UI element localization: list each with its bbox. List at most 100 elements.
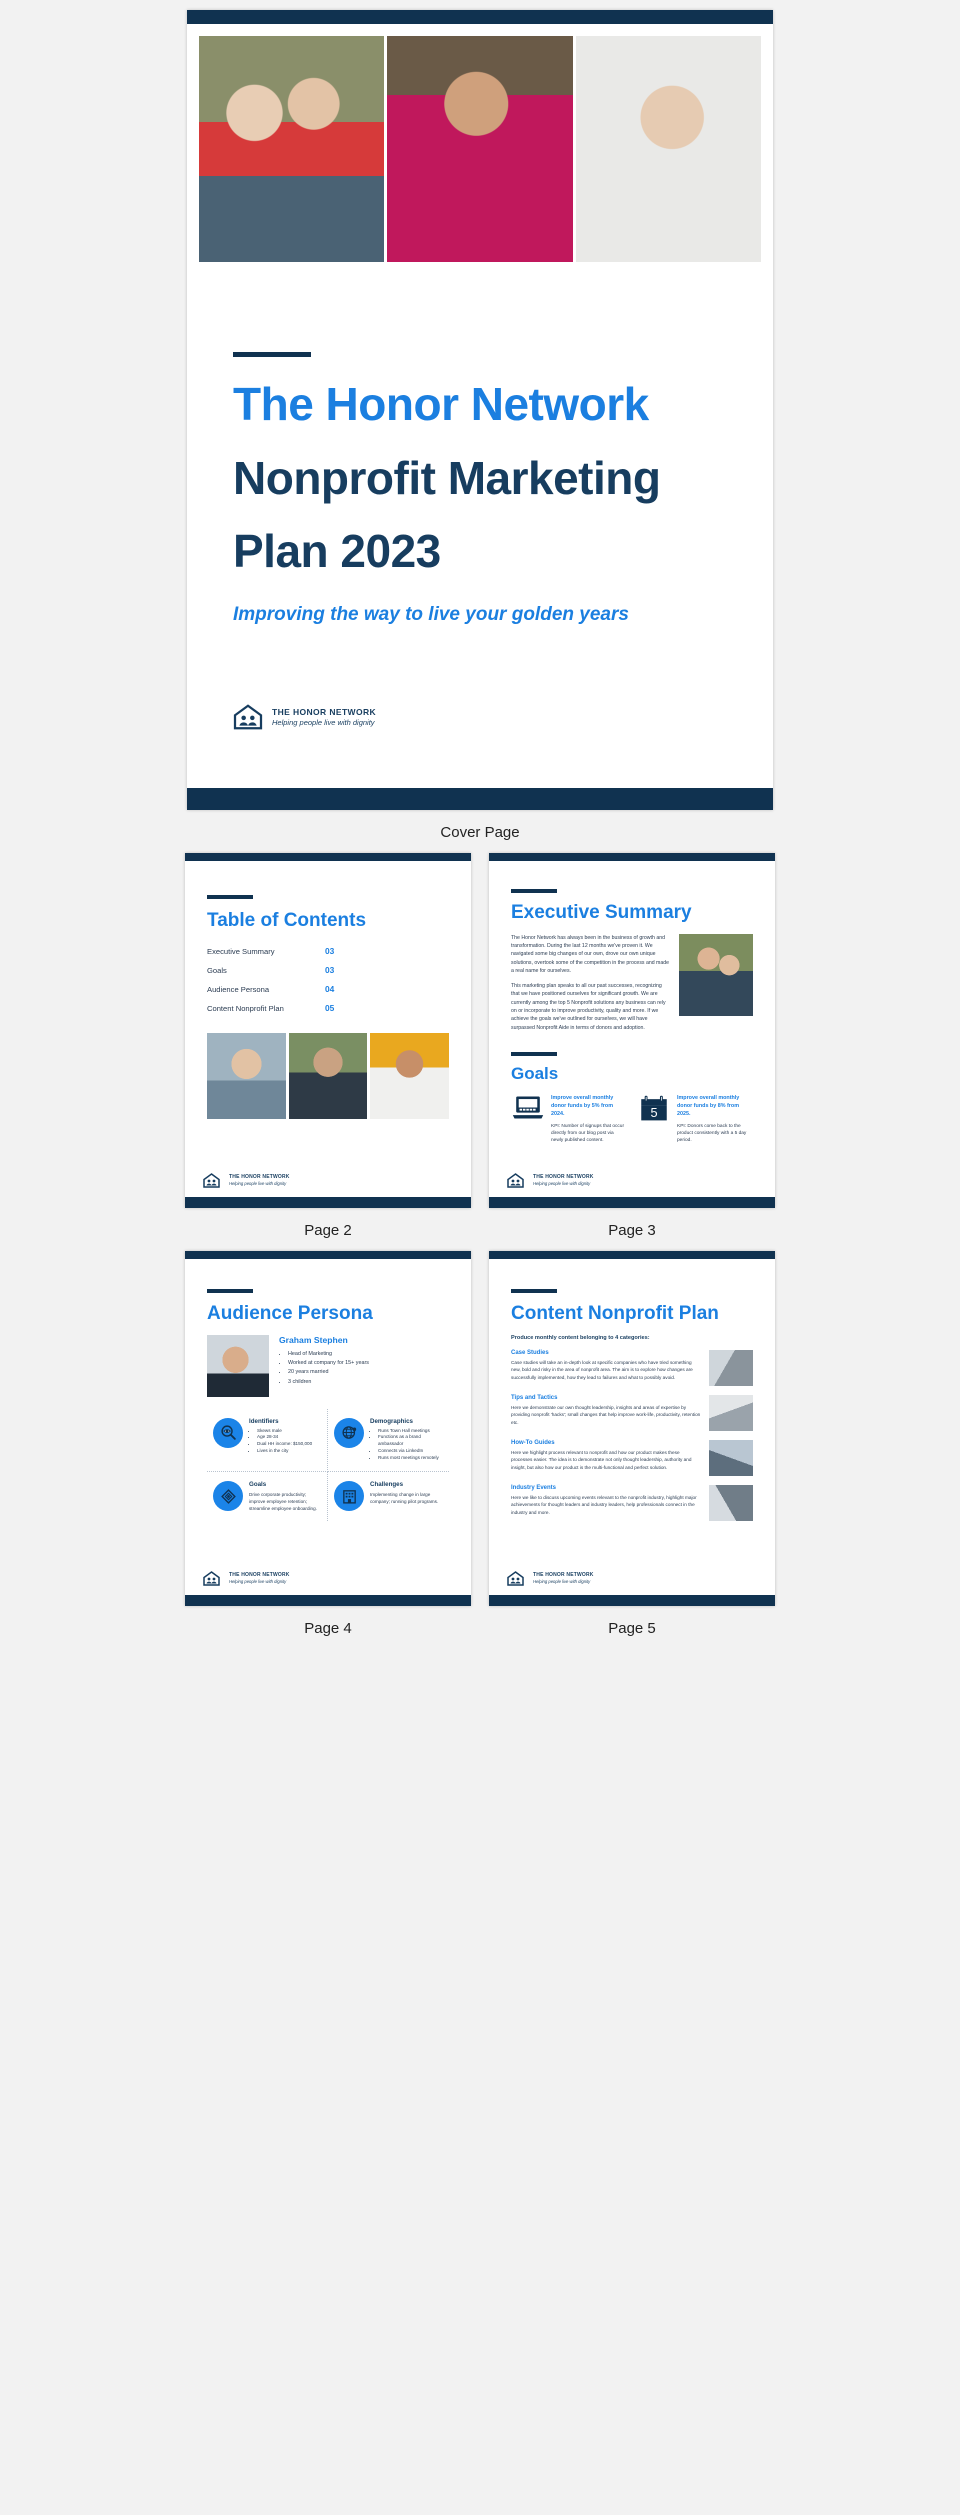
exec-paragraph-2: This marketing plan speaks to all our pa… (511, 982, 666, 1031)
page2-container: Table of Contents Executive Summary 03 G… (185, 852, 471, 1239)
section-text: Here we demonstrate our own thought lead… (511, 1404, 701, 1425)
page4-container: Audience Persona Graham Stephen Head of … (185, 1250, 471, 1637)
brand-logo: THE HONOR NETWORK Helping people live wi… (203, 1570, 453, 1586)
quadrant-title: Demographics (370, 1417, 413, 1425)
list-item: 20 years married (288, 1368, 369, 1377)
page-footer: THE HONOR NETWORK Helping people live wi… (185, 1570, 471, 1595)
house-people-icon (233, 703, 263, 730)
logo-tagline: Helping people live with dignity (229, 1579, 287, 1585)
notebook-photo (709, 1394, 753, 1431)
accent-rule (233, 352, 311, 357)
page-bottom-bar (185, 1594, 471, 1606)
office-desk-photo (709, 1349, 753, 1386)
page2[interactable]: Table of Contents Executive Summary 03 G… (185, 852, 471, 1208)
persona-quadrant-grid: Identifiers Skews male Age 28-34 Dual HH… (207, 1408, 449, 1522)
cover-title-line2: Nonprofit Marketing (233, 451, 661, 504)
persona-card: Graham Stephen Head of Marketing Worked … (207, 1334, 449, 1397)
persona-bullet-list: Head of Marketing Worked at company for … (288, 1350, 369, 1388)
goals-list: Improve overall monthly donor funds by 5… (511, 1094, 753, 1145)
logo-name: THE HONOR NETWORK (533, 1572, 594, 1579)
content-section: Industry Events Here we like to discuss … (511, 1484, 753, 1521)
toc-label: Content Nonprofit Plan (207, 1003, 284, 1013)
cover-page[interactable]: The Honor Network Nonprofit Marketing Pl… (187, 10, 773, 810)
toc-row[interactable]: Executive Summary 03 (207, 946, 449, 956)
logo-tagline: Helping people live with dignity (272, 717, 375, 727)
cover-subtitle: Improving the way to live your golden ye… (233, 603, 629, 625)
list-item: Functions as a brand ambassador (378, 1434, 443, 1448)
accent-rule (511, 1052, 557, 1057)
cover-title-line3: Plan 2023 (233, 525, 441, 578)
goal-item: Improve overall monthly donor funds by 5… (511, 1094, 627, 1145)
quadrant-challenges: Challenges Implementing change in large … (328, 1472, 449, 1521)
content-plan-lead: Produce monthly content belonging to 4 c… (511, 1334, 650, 1341)
page-top-bar (185, 1250, 471, 1259)
quadrant-title: Goals (249, 1481, 267, 1488)
persona-photo (207, 1334, 269, 1397)
page-bottom-bar (489, 1594, 775, 1606)
bearded-man-photo (288, 1032, 368, 1119)
toc-page-number: 04 (325, 983, 335, 994)
page3[interactable]: Executive Summary The Honor Network has … (489, 852, 775, 1208)
list-item: Skews male (257, 1428, 312, 1435)
section-text: Here we highlight process relevant to no… (511, 1449, 692, 1470)
page-footer: THE HONOR NETWORK Helping people live wi… (489, 1172, 775, 1197)
section-heading: Case Studies (511, 1349, 549, 1356)
page-title: Content Nonprofit Plan (511, 1302, 719, 1324)
indian-woman-photo (370, 1032, 450, 1119)
logo-tagline: Helping people live with dignity (229, 1181, 287, 1187)
persona-info: Graham Stephen Head of Marketing Worked … (279, 1335, 369, 1397)
persona-name: Graham Stephen (279, 1334, 348, 1345)
logo-tagline: Helping people live with dignity (533, 1579, 591, 1585)
list-item: 3 children (288, 1378, 369, 1387)
section-heading: Industry Events (511, 1484, 557, 1491)
magnifier-eye-icon (213, 1417, 243, 1448)
office-building-icon (334, 1481, 364, 1511)
globe-pin-icon (334, 1417, 364, 1448)
list-item: Runs Town Hall meetings (378, 1428, 443, 1435)
content-section: Tips and Tactics Here we demonstrate our… (511, 1394, 753, 1431)
logo-tagline: Helping people live with dignity (533, 1181, 591, 1187)
section-text: Here we like to discuss upcoming events … (511, 1494, 697, 1515)
toc-row[interactable]: Audience Persona 04 (207, 984, 449, 994)
page5-caption: Page 5 (608, 1619, 656, 1637)
page-top-bar (185, 852, 471, 861)
section-heading: Tips and Tactics (511, 1394, 558, 1401)
cover-caption: Cover Page (440, 823, 520, 841)
page-bottom-bar (187, 787, 773, 810)
senior-woman-photo (575, 36, 761, 262)
house-people-icon (203, 1570, 220, 1586)
list-item: Head of Marketing (288, 1350, 369, 1359)
toc-row[interactable]: Goals 03 (207, 965, 449, 975)
toc-label: Goals (207, 965, 227, 975)
list-item: Connects via LinkedIn (378, 1448, 443, 1455)
brand-logo: THE HONOR NETWORK Helping people live wi… (507, 1570, 757, 1586)
list-item: Age 28-34 (257, 1434, 312, 1441)
goal-title: Improve overall monthly donor funds by 8… (677, 1095, 740, 1118)
spread-pages-4-5: Audience Persona Graham Stephen Head of … (0, 1250, 960, 1637)
toc-row[interactable]: Content Nonprofit Plan 05 (207, 1003, 449, 1013)
goal-item: 5 Improve overall monthly donor funds by… (637, 1094, 753, 1145)
accent-rule (207, 1288, 253, 1293)
page5[interactable]: Content Nonprofit Plan Produce monthly c… (489, 1250, 775, 1606)
spread-pages-2-3: Table of Contents Executive Summary 03 G… (0, 852, 960, 1239)
quadrant-text: Drive corporate productivity; improve em… (249, 1492, 317, 1512)
goal-kpi: KPI: Donors come back to the product con… (677, 1123, 747, 1144)
quadrant-goals: Goals Drive corporate productivity; impr… (207, 1472, 328, 1522)
page-footer: THE HONOR NETWORK Helping people live wi… (489, 1570, 775, 1595)
document-preview: The Honor Network Nonprofit Marketing Pl… (0, 0, 960, 1655)
cover-page-container: The Honor Network Nonprofit Marketing Pl… (187, 10, 773, 841)
toc-page-number: 03 (325, 964, 335, 975)
page4[interactable]: Audience Persona Graham Stephen Head of … (185, 1250, 471, 1606)
house-people-icon (203, 1172, 220, 1188)
toc-page-number: 05 (325, 1002, 335, 1013)
page-top-bar (489, 852, 775, 861)
page-bottom-bar (489, 1196, 775, 1208)
page4-caption: Page 4 (304, 1619, 352, 1637)
page3-caption: Page 3 (608, 1221, 656, 1239)
toc-label: Audience Persona (207, 984, 270, 994)
asian-senior-photo (207, 1032, 286, 1119)
logo-name: THE HONOR NETWORK (272, 706, 377, 717)
cover-photo-strip (199, 36, 761, 262)
cover-title-line1: The Honor Network (233, 378, 649, 430)
toc-photo-strip (207, 1032, 450, 1119)
